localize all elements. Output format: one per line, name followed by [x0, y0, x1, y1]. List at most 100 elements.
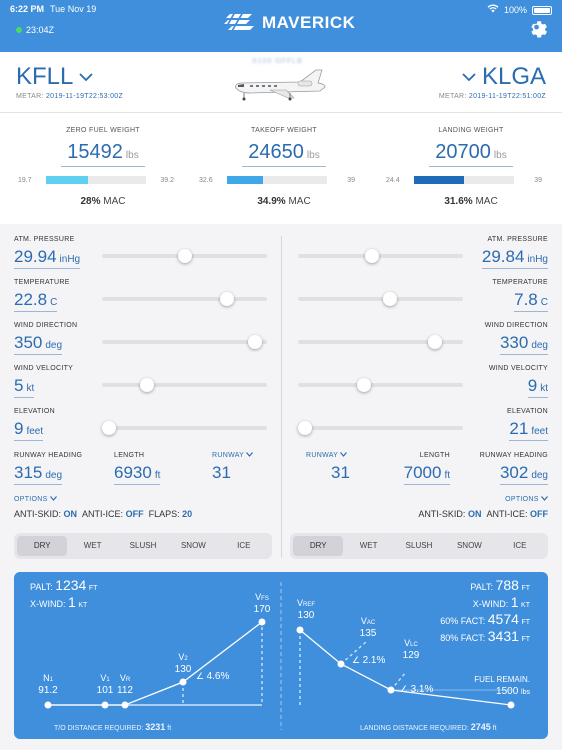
slider-thumb[interactable] [101, 421, 116, 435]
surface-option-slush[interactable]: SLUSH [118, 536, 168, 556]
param-wind-velocity[interactable]: WIND VELOCITY 5 kt [14, 365, 73, 398]
param-slider[interactable] [298, 378, 463, 392]
departure-options-button[interactable]: OPTIONS [14, 496, 57, 503]
surface-option-snow[interactable]: SNOW [444, 536, 494, 556]
departure-airport-select[interactable]: KFLL [16, 63, 94, 91]
param-slider[interactable] [298, 335, 463, 349]
surface-option-wet[interactable]: WET [343, 536, 393, 556]
weight-card[interactable]: TAKEOFF WEIGHT 24650 lbs [204, 127, 364, 167]
weight-card[interactable]: ZERO FUEL WEIGHT 15492 lbs [23, 127, 183, 167]
weight-title: LANDING WEIGHT [438, 127, 504, 134]
slider-thumb[interactable] [427, 335, 442, 349]
arrival-metar: METAR: 2019-11-19T22:51:00Z [438, 93, 546, 100]
runway-heading-value: 315 deg [14, 463, 63, 485]
battery-icon [532, 5, 552, 15]
arrival-runway-length[interactable]: LENGTH 7000 ft [388, 452, 450, 485]
param-value: 9 feet [14, 419, 44, 441]
param-slider[interactable] [297, 421, 463, 435]
runway-select-label: RUNWAY [306, 452, 350, 459]
brand-logo: MAVERICK [222, 12, 355, 34]
surface-option-dry[interactable]: DRY [17, 536, 68, 556]
chevron-down-icon [246, 452, 254, 457]
weight-card[interactable]: LANDING WEIGHT 20700 lbs [391, 127, 551, 167]
departure-runway-heading[interactable]: RUNWAY HEADING 315 deg [14, 452, 82, 485]
takeoff-speed-name: VR [120, 673, 131, 683]
mac-bar-fill [227, 176, 263, 184]
brand-name: MAVERICK [262, 13, 356, 32]
arrival-runway-select[interactable]: RUNWAY 31 [306, 452, 350, 483]
param-slider[interactable] [298, 249, 463, 263]
takeoff-gradient: ∠ 4.6% [196, 671, 229, 682]
fuel-remain-label: FUEL REMAIN. [474, 675, 530, 684]
landing-speed-name: VAC [361, 616, 376, 626]
slider-thumb[interactable] [139, 378, 154, 392]
slider-thumb[interactable] [357, 378, 371, 392]
param-elevation[interactable]: ELEVATION 21 feet [507, 408, 548, 441]
takeoff-speed-name: V1 [100, 673, 110, 683]
departure-runway-length[interactable]: LENGTH 6930 ft [114, 452, 161, 485]
surface-option-dry[interactable]: DRY [293, 536, 344, 556]
slider-thumb[interactable] [177, 249, 192, 263]
performance-chart: PALT: 1234 FT X-WIND: 1 KT N1 91.2 V1 101 VR… [30, 577, 531, 732]
param-temperature[interactable]: TEMPERATURE 7.8 C [492, 279, 548, 312]
arrival-runway-heading[interactable]: RUNWAY HEADING 302 deg [480, 452, 548, 485]
takeoff-speed-point [121, 701, 129, 709]
takeoff-speed-value: 101 [97, 685, 114, 696]
param-slider[interactable] [102, 249, 267, 263]
param-elevation[interactable]: ELEVATION 9 feet [14, 408, 55, 441]
slider-thumb[interactable] [297, 421, 312, 435]
takeoff-speed-point [44, 701, 52, 709]
landing-fact60: 60% FACT: 4574 FT [440, 611, 530, 627]
param-slider[interactable] [102, 292, 267, 306]
param-wind-direction[interactable]: WIND DIRECTION 350 deg [14, 322, 77, 355]
param-wind-velocity[interactable]: WIND VELOCITY 9 kt [489, 365, 548, 398]
mac-max: 39 [347, 176, 355, 184]
chevron-down-icon [49, 496, 57, 501]
status-right: 100% [487, 4, 552, 16]
departure-surface-selector: DRY WET SLUSH SNOW ICE [14, 533, 272, 559]
status-time: 6:22 PM Tue Nov 19 [10, 4, 97, 14]
param-temperature[interactable]: TEMPERATURE 22.8 C [14, 279, 70, 312]
mac-percent: 34.9% MAC [257, 196, 311, 207]
surface-option-ice[interactable]: ICE [495, 536, 545, 556]
param-atm-pressure[interactable]: ATM. PRESSURE 29.84 inHg [481, 236, 548, 269]
surface-option-slush[interactable]: SLUSH [394, 536, 444, 556]
param-wind-direction[interactable]: WIND DIRECTION 330 deg [485, 322, 548, 355]
landing-speed-value: 130 [298, 610, 315, 621]
surface-option-ice[interactable]: ICE [219, 536, 269, 556]
param-value: 29.84 inHg [481, 247, 548, 269]
runway-length-label: LENGTH [419, 452, 450, 459]
param-value: 350 deg [14, 333, 63, 355]
param-label: TEMPERATURE [14, 279, 70, 286]
settings-gear-icon[interactable] [526, 17, 548, 39]
param-label: TEMPERATURE [492, 279, 548, 286]
departure-runway-select[interactable]: RUNWAY 31 [212, 452, 254, 483]
param-label: WIND DIRECTION [484, 322, 548, 329]
surface-option-wet[interactable]: WET [67, 536, 117, 556]
takeoff-speed-name: N1 [43, 673, 54, 683]
mac-bar-fill [46, 176, 88, 184]
param-slider[interactable] [102, 335, 267, 349]
mac-min: 24.4 [386, 176, 400, 184]
takeoff-speed-value: 130 [175, 664, 192, 675]
param-slider[interactable] [102, 378, 267, 392]
param-label: ELEVATION [14, 408, 55, 415]
runway-heading-label: RUNWAY HEADING [14, 452, 83, 459]
param-value: 29.94 inHg [14, 247, 81, 269]
wifi-icon [487, 4, 499, 16]
arrival-options-button[interactable]: OPTIONS [505, 496, 548, 503]
mac-bar [46, 176, 146, 184]
zulu-clock: 23:04Z [16, 25, 54, 35]
landing-fact80: 80% FACT: 3431 FT [440, 628, 530, 644]
param-slider[interactable] [298, 292, 463, 306]
param-label: WIND VELOCITY [488, 365, 548, 372]
weight-title: TAKEOFF WEIGHT [251, 127, 317, 134]
param-slider[interactable] [101, 421, 267, 435]
arrival-airport-select[interactable]: KLGA [462, 63, 546, 91]
departure-options-summary: ANTI-SKID: ON ANTI-ICE: OFF FLAPS: 20 [14, 509, 193, 519]
chevron-down-icon [462, 72, 476, 81]
landing-speed-points: VREF 130 VAC 135 VLC 129 [296, 598, 420, 694]
surface-option-snow[interactable]: SNOW [168, 536, 218, 556]
param-atm-pressure[interactable]: ATM. PRESSURE 29.94 inHg [14, 236, 81, 269]
mac-bar-row: 19.7 39.2 [18, 176, 174, 184]
